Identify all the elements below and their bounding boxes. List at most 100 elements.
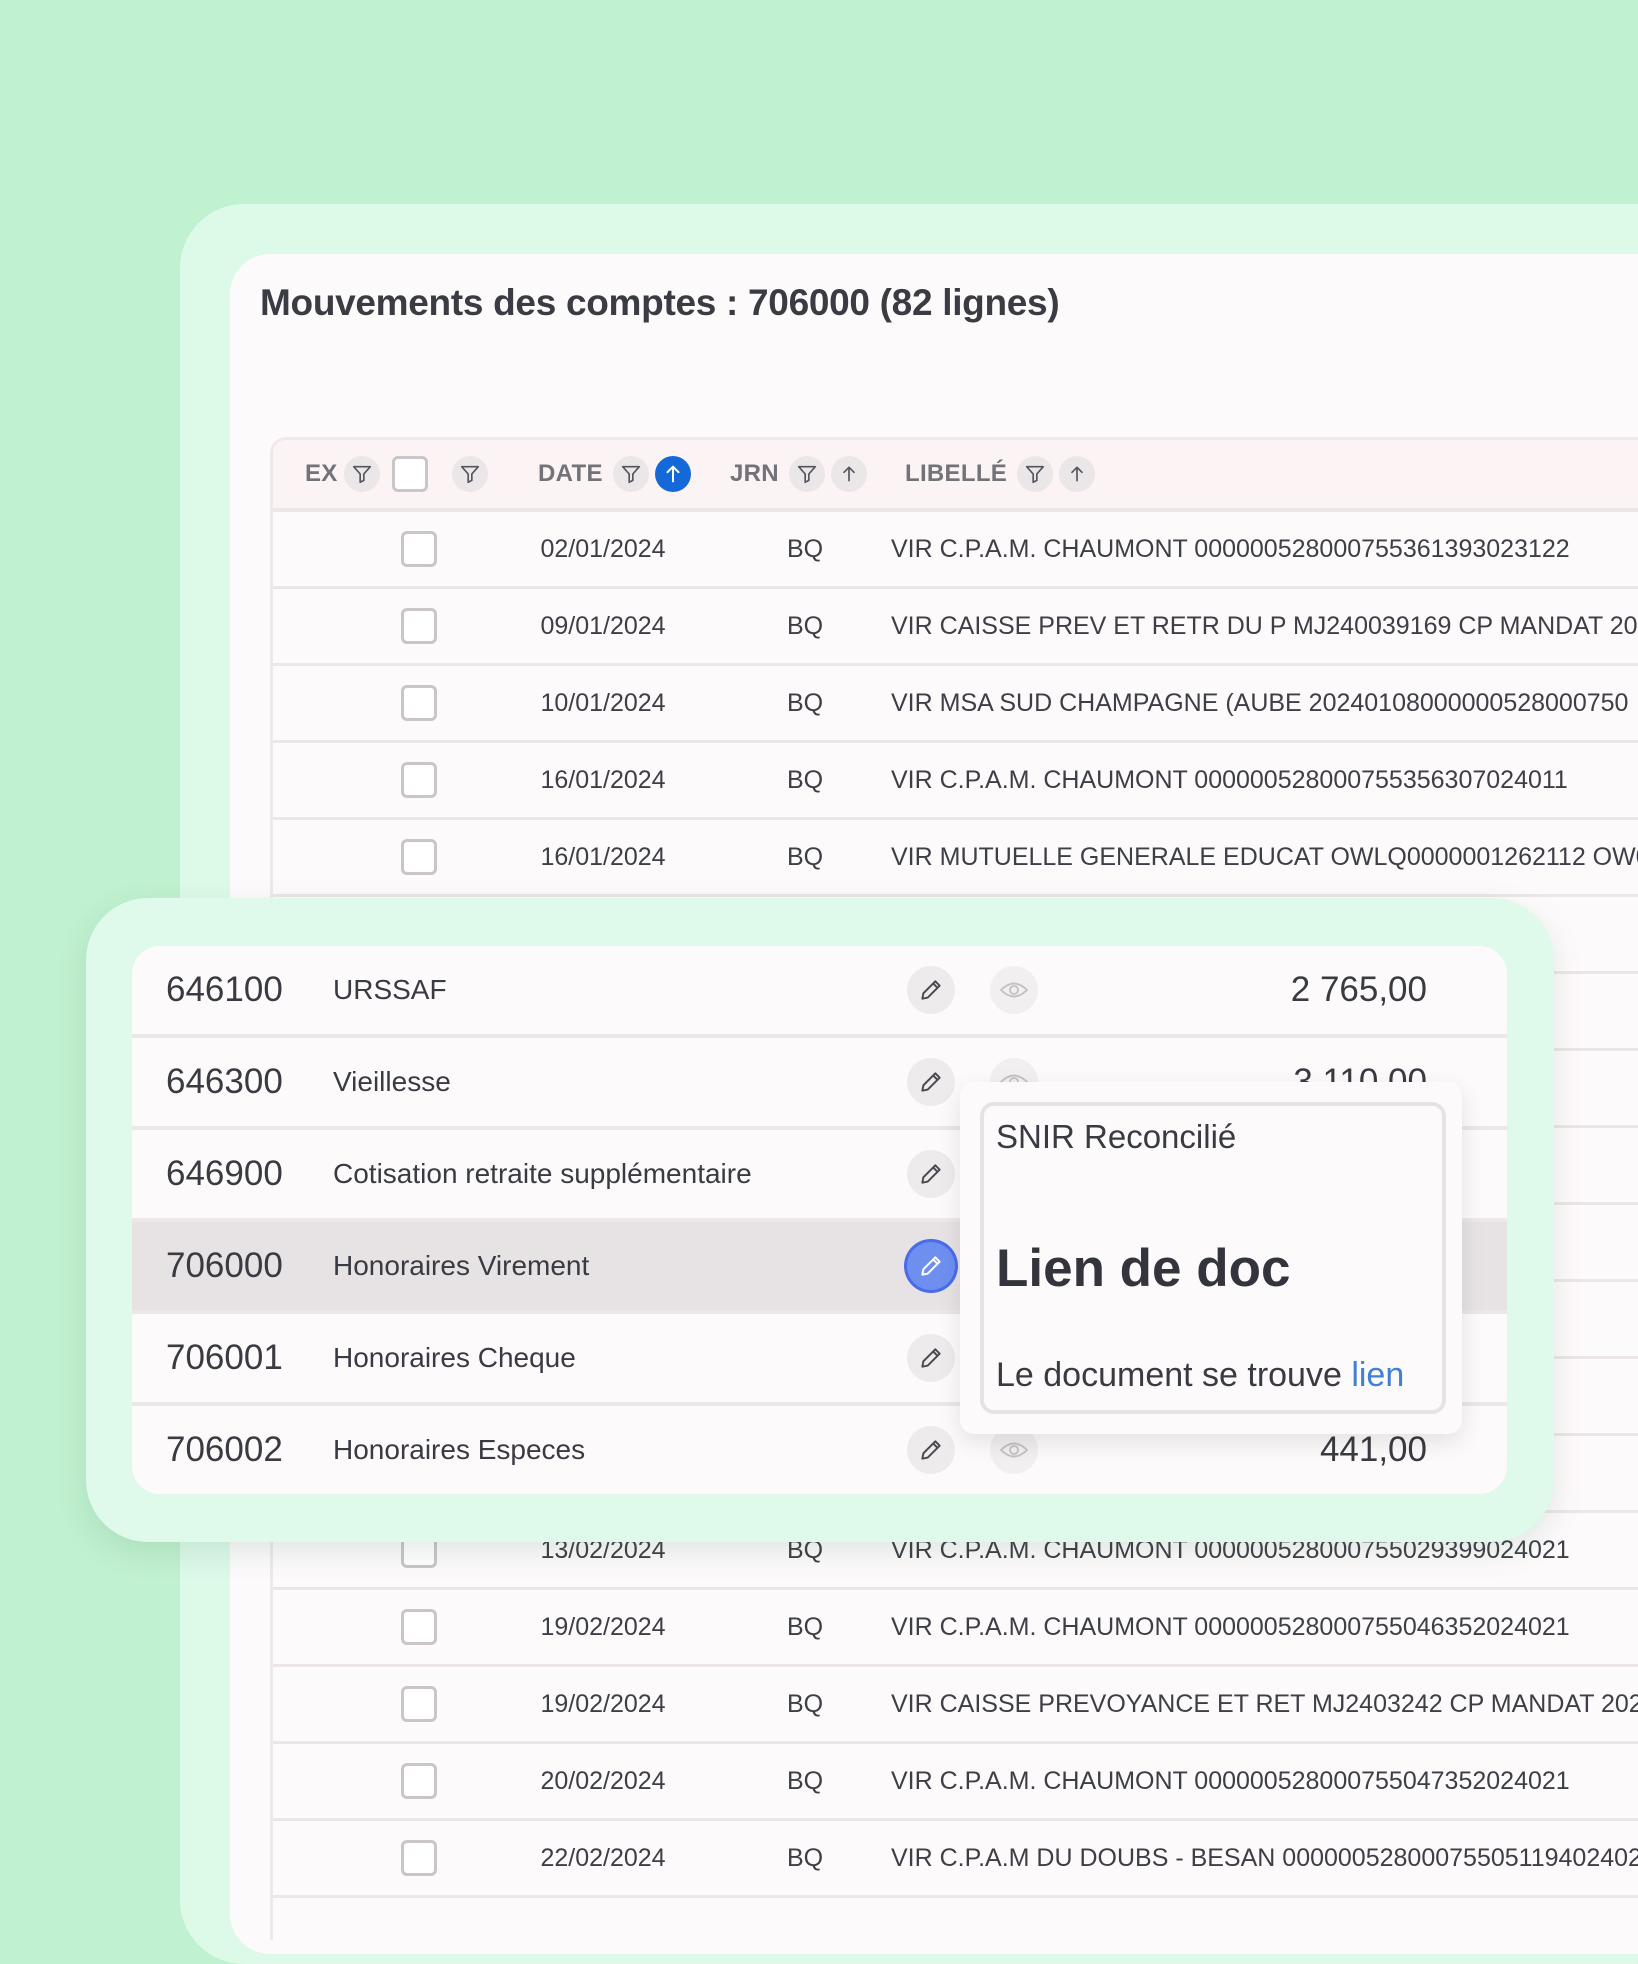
account-code: 706002: [166, 1430, 283, 1469]
table-row[interactable]: 02/01/2024 BQ VIR C.P.A.M. CHAUMONT 000000…: [273, 512, 1638, 589]
cell-libelle: VIR C.P.A.M. CHAUMONT 000000528000755047…: [891, 1766, 1570, 1795]
edit-icon[interactable]: [907, 1426, 955, 1474]
table-row[interactable]: 20/02/2024 BQ VIR C.P.A.M. CHAUMONT 000000…: [273, 1744, 1638, 1821]
row-checkbox-cell: [401, 512, 437, 586]
account-code: 646900: [166, 1154, 283, 1193]
cell-date: 09/01/2024: [540, 611, 666, 640]
doc-link[interactable]: lien: [1351, 1356, 1404, 1394]
table-row[interactable]: 19/02/2024 BQ VIR C.P.A.M. CHAUMONT 000000…: [273, 1590, 1638, 1667]
col-ex: EX: [305, 440, 488, 508]
row-checkbox-cell: [401, 820, 437, 894]
filter-icon[interactable]: [451, 456, 488, 492]
cell-jrn: BQ: [786, 765, 824, 794]
select-all-checkbox[interactable]: [391, 456, 428, 492]
row-checkbox-cell: [401, 589, 437, 663]
cell-jrn: BQ: [786, 1612, 824, 1641]
table-header: EX DATE JRN LIBELLÉ: [273, 440, 1638, 512]
cell-date: 10/01/2024: [540, 688, 666, 717]
account-amount: 2 765,00: [1290, 970, 1427, 1009]
table-row[interactable]: 19/02/2024 BQ VIR CAISSE PREVOYANCE ET RET…: [273, 1667, 1638, 1744]
col-libelle-label: LIBELLÉ: [905, 460, 1008, 487]
cell-jrn: BQ: [786, 688, 824, 717]
row-checkbox-cell: [401, 1590, 437, 1664]
sort-icon[interactable]: [830, 456, 867, 492]
account-name: Vieillesse: [333, 1066, 451, 1097]
account-name: Honoraires Virement: [333, 1250, 590, 1281]
filter-icon[interactable]: [343, 456, 380, 492]
row-checkbox[interactable]: [401, 685, 437, 721]
edit-icon[interactable]: [907, 1058, 955, 1106]
page-title: Mouvements des comptes : 706000 (82 lign…: [260, 282, 1060, 323]
cell-date: 16/01/2024: [540, 842, 666, 871]
table-row[interactable]: 16/01/2024 BQ VIR MUTUELLE GENERALE EDUCAT…: [273, 820, 1638, 897]
cell-date: 22/02/2024: [540, 1843, 666, 1872]
col-libelle: LIBELLÉ: [905, 440, 1096, 508]
col-date-label: DATE: [538, 460, 603, 487]
account-code: 706001: [166, 1338, 283, 1377]
row-checkbox[interactable]: [401, 608, 437, 644]
edit-icon[interactable]: [907, 1242, 955, 1290]
cell-jrn: BQ: [786, 534, 824, 563]
edit-icon[interactable]: [907, 966, 955, 1014]
cell-date: 02/01/2024: [540, 534, 666, 563]
cell-jrn: BQ: [786, 842, 824, 871]
cell-jrn: BQ: [786, 1689, 824, 1718]
doc-tooltip-body: SNIR Reconcilié Lien de doc Le document …: [980, 1102, 1446, 1414]
edit-icon[interactable]: [907, 1334, 955, 1382]
account-name: Cotisation retraite supplémentaire: [333, 1158, 752, 1189]
row-checkbox[interactable]: [401, 762, 437, 798]
cell-date: 19/02/2024: [540, 1689, 666, 1718]
cell-libelle: VIR C.P.A.M. CHAUMONT 000000528000755361…: [891, 534, 1570, 563]
edit-icon[interactable]: [907, 1150, 955, 1198]
table-row[interactable]: 10/01/2024 BQ VIR MSA SUD CHAMPAGNE (AUBE …: [273, 666, 1638, 743]
cell-libelle: VIR CAISSE PREV ET RETR DU P MJ240039169…: [891, 611, 1638, 640]
tooltip-body: Le document se trouve: [996, 1356, 1352, 1394]
col-jrn-label: JRN: [730, 460, 779, 487]
cell-jrn: BQ: [786, 611, 824, 640]
cell-date: 20/02/2024: [540, 1766, 666, 1795]
table-row[interactable]: 09/01/2024 BQ VIR CAISSE PREV ET RETR DU P…: [273, 589, 1638, 666]
account-code: 646100: [166, 970, 283, 1009]
filter-icon[interactable]: [612, 456, 649, 492]
cell-date: 19/02/2024: [540, 1612, 666, 1641]
eye-icon[interactable]: [990, 966, 1038, 1014]
cell-jrn: BQ: [786, 1843, 824, 1872]
sort-asc-icon[interactable]: [654, 456, 691, 492]
cell-libelle: VIR MSA SUD CHAMPAGNE (AUBE 202401080000…: [891, 688, 1629, 717]
cell-libelle: VIR CAISSE PREVOYANCE ET RET MJ2403242 C…: [891, 1689, 1638, 1718]
row-checkbox[interactable]: [401, 1609, 437, 1645]
filter-icon[interactable]: [788, 456, 825, 492]
doc-tooltip: SNIR Reconcilié Lien de doc Le document …: [960, 1082, 1462, 1434]
row-checkbox[interactable]: [401, 1840, 437, 1876]
tooltip-heading: Lien de doc: [996, 1239, 1291, 1298]
col-jrn: JRN: [730, 440, 867, 508]
row-checkbox-cell: [401, 1744, 437, 1818]
account-name: Honoraires Cheque: [333, 1342, 576, 1373]
cell-jrn: BQ: [786, 1766, 824, 1795]
filter-icon[interactable]: [1017, 456, 1054, 492]
account-code: 646300: [166, 1062, 283, 1101]
account-row[interactable]: 646100 URSSAF 2 765,00: [132, 946, 1507, 1038]
account-code: 706000: [166, 1246, 283, 1285]
tooltip-text: Le document se trouve lien: [996, 1356, 1404, 1395]
cell-libelle: VIR C.P.A.M. CHAUMONT 000000528000755046…: [891, 1612, 1570, 1641]
cell-libelle: VIR C.P.A.M. CHAUMONT 000000528000755356…: [891, 765, 1568, 794]
row-checkbox[interactable]: [401, 1763, 437, 1799]
cell-libelle: VIR C.P.A.M DU DOUBS - BESAN 00000052800…: [891, 1843, 1638, 1872]
row-checkbox-cell: [401, 1667, 437, 1741]
sort-icon[interactable]: [1059, 456, 1096, 492]
cell-date: 16/01/2024: [540, 765, 666, 794]
account-name: URSSAF: [333, 974, 447, 1005]
row-checkbox-cell: [401, 1821, 437, 1895]
row-checkbox[interactable]: [401, 1686, 437, 1722]
table-row[interactable]: 22/02/2024 BQ VIR C.P.A.M DU DOUBS - BESAN…: [273, 1821, 1638, 1898]
cell-libelle: VIR MUTUELLE GENERALE EDUCAT OWLQ0000001…: [891, 842, 1638, 871]
row-checkbox-cell: [401, 743, 437, 817]
col-ex-label: EX: [305, 460, 338, 487]
row-checkbox-cell: [401, 666, 437, 740]
col-date: DATE: [538, 440, 691, 508]
table-row[interactable]: 16/01/2024 BQ VIR C.P.A.M. CHAUMONT 000000…: [273, 743, 1638, 820]
row-checkbox[interactable]: [401, 531, 437, 567]
account-name: Honoraires Especes: [333, 1434, 586, 1465]
row-checkbox[interactable]: [401, 839, 437, 875]
